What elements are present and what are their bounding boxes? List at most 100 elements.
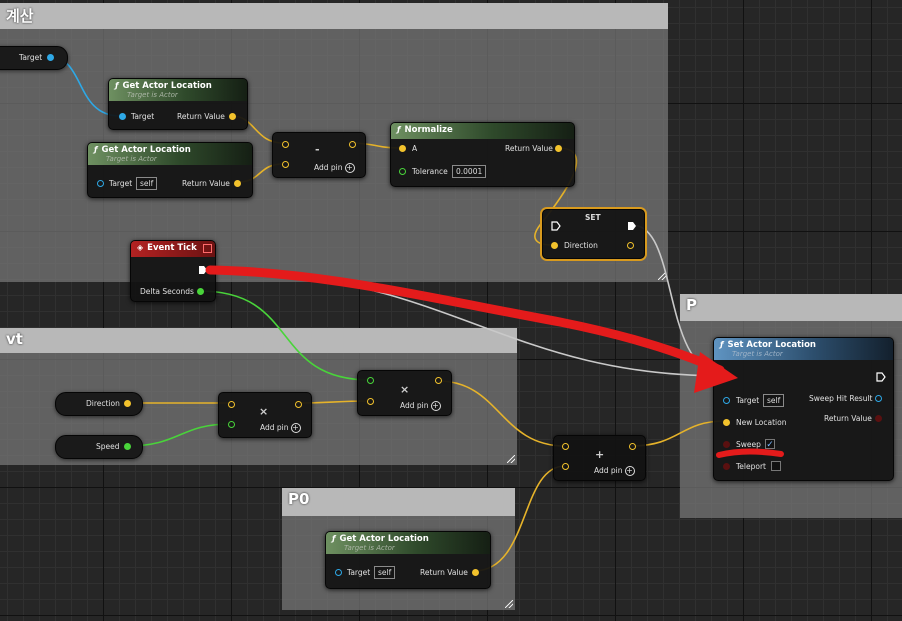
event-diamond-icon: ◈ bbox=[137, 243, 144, 252]
plus-circle-icon: + bbox=[430, 401, 441, 411]
new-location-pin[interactable] bbox=[723, 419, 730, 426]
get-actor-location-node-2[interactable]: ƒ Get Actor Location Target is Actor Targ… bbox=[87, 142, 253, 198]
input-pin-a[interactable] bbox=[228, 401, 235, 408]
function-icon: ƒ bbox=[720, 340, 724, 349]
sweep-hit-result-pin[interactable] bbox=[875, 395, 882, 402]
exec-output-icon[interactable] bbox=[198, 265, 208, 275]
return-value-label: Return Value bbox=[824, 414, 872, 423]
target-variable-label: Target bbox=[19, 53, 43, 62]
operator-symbol: × bbox=[259, 405, 269, 418]
multiply-node-2[interactable]: × Add pin + bbox=[357, 370, 452, 416]
direction-output-pin[interactable] bbox=[627, 242, 634, 249]
operator-symbol: - bbox=[315, 143, 320, 156]
normalize-node[interactable]: ƒ Normalize A Return Value Tolerance 0.00… bbox=[390, 122, 575, 187]
exec-input-icon[interactable] bbox=[723, 372, 733, 382]
set-direction-node[interactable]: SET Direction bbox=[542, 209, 645, 259]
node-header[interactable]: ◈ Event Tick bbox=[131, 241, 215, 257]
event-close-icon[interactable] bbox=[203, 244, 212, 253]
return-value-pin[interactable] bbox=[472, 569, 479, 576]
direction-input-pin[interactable] bbox=[551, 242, 558, 249]
node-header[interactable]: ƒ Normalize bbox=[391, 123, 574, 139]
event-tick-node[interactable]: ◈ Event Tick Delta Seconds bbox=[130, 240, 216, 302]
plus-circle-icon: + bbox=[290, 423, 301, 433]
exec-input-icon[interactable] bbox=[551, 221, 561, 231]
target-variable-node[interactable]: Target bbox=[0, 46, 68, 70]
tolerance-pin[interactable] bbox=[399, 168, 406, 175]
operator-symbol: + bbox=[595, 448, 605, 461]
add-pin-button[interactable]: Add pin + bbox=[594, 466, 635, 476]
node-title: Get Actor Location bbox=[101, 145, 191, 155]
comment-title-right[interactable]: P bbox=[680, 294, 902, 321]
target-output-pin[interactable] bbox=[47, 54, 54, 61]
direction-variable-node[interactable]: Direction bbox=[55, 392, 143, 416]
node-header[interactable]: ƒ Get Actor Location Target is Actor bbox=[326, 532, 490, 554]
add-pin-button[interactable]: Add pin + bbox=[314, 163, 355, 173]
target-input-pin[interactable] bbox=[97, 180, 104, 187]
plus-circle-icon: + bbox=[624, 466, 635, 476]
teleport-checkbox[interactable] bbox=[771, 461, 781, 471]
input-pin-b[interactable] bbox=[282, 161, 289, 168]
output-pin[interactable] bbox=[349, 141, 356, 148]
exec-output-icon[interactable] bbox=[876, 372, 886, 382]
input-pin-a[interactable] bbox=[399, 145, 406, 152]
node-subtitle: Target is Actor bbox=[732, 350, 783, 358]
return-value-pin[interactable] bbox=[875, 415, 882, 422]
speed-output-pin[interactable] bbox=[124, 443, 131, 450]
multiply-node-1[interactable]: × Add pin + bbox=[218, 392, 312, 438]
node-header[interactable]: ƒ Set Actor Location Target is Actor bbox=[714, 338, 893, 360]
input-pin-a[interactable] bbox=[282, 141, 289, 148]
return-value-label: Return Value bbox=[420, 568, 468, 577]
sweep-label: Sweep bbox=[736, 440, 761, 449]
tolerance-label: Tolerance bbox=[412, 167, 448, 176]
delta-seconds-pin[interactable] bbox=[197, 288, 204, 295]
return-value-pin[interactable] bbox=[555, 145, 562, 152]
node-title: Set Actor Location bbox=[727, 340, 816, 350]
sweep-pin[interactable] bbox=[723, 441, 730, 448]
tolerance-field[interactable]: 0.0001 bbox=[452, 165, 487, 178]
node-subtitle: Target is Actor bbox=[127, 91, 178, 99]
target-self-field[interactable]: self bbox=[374, 566, 396, 579]
set-actor-location-node[interactable]: ƒ Set Actor Location Target is Actor Targ… bbox=[713, 337, 894, 481]
return-value-pin[interactable] bbox=[229, 113, 236, 120]
function-icon: ƒ bbox=[332, 534, 336, 543]
target-self-field[interactable]: self bbox=[136, 177, 158, 190]
target-input-pin[interactable] bbox=[119, 113, 126, 120]
get-actor-location-node-1[interactable]: ƒ Get Actor Location Target is Actor Targ… bbox=[108, 78, 248, 130]
target-input-pin[interactable] bbox=[723, 397, 730, 404]
add-pin-button[interactable]: Add pin + bbox=[260, 423, 301, 433]
input-pin-a[interactable] bbox=[367, 377, 374, 384]
add-node[interactable]: + Add pin + bbox=[553, 435, 646, 481]
target-input-pin[interactable] bbox=[335, 569, 342, 576]
input-pin-a[interactable] bbox=[562, 443, 569, 450]
subtract-node[interactable]: - Add pin + bbox=[272, 132, 366, 178]
target-self-field[interactable]: self bbox=[763, 394, 785, 407]
operator-symbol: × bbox=[400, 383, 410, 396]
comment-title-bottom[interactable]: P0 bbox=[282, 488, 515, 516]
direction-output-pin[interactable] bbox=[124, 400, 131, 407]
get-actor-location-node-3[interactable]: ƒ Get Actor Location Target is Actor Targ… bbox=[325, 531, 491, 589]
input-pin-b[interactable] bbox=[367, 398, 374, 405]
node-title: Get Actor Location bbox=[339, 534, 429, 544]
comment-title-middle[interactable]: vt bbox=[0, 328, 517, 353]
exec-output-icon[interactable] bbox=[627, 221, 637, 231]
comment-title-top[interactable]: 계산 bbox=[0, 3, 668, 29]
output-pin[interactable] bbox=[435, 377, 442, 384]
add-pin-label: Add pin bbox=[260, 423, 289, 432]
input-pin-b[interactable] bbox=[228, 421, 235, 428]
node-header[interactable]: ƒ Get Actor Location Target is Actor bbox=[88, 143, 252, 165]
resize-handle-icon[interactable] bbox=[658, 272, 666, 280]
speed-variable-node[interactable]: Speed bbox=[55, 435, 143, 459]
teleport-pin[interactable] bbox=[723, 463, 730, 470]
node-header[interactable]: ƒ Get Actor Location Target is Actor bbox=[109, 79, 247, 101]
output-pin[interactable] bbox=[295, 401, 302, 408]
add-pin-button[interactable]: Add pin + bbox=[400, 401, 441, 411]
return-value-pin[interactable] bbox=[234, 180, 241, 187]
teleport-label: Teleport bbox=[736, 462, 766, 471]
sweep-checkbox[interactable]: ✓ bbox=[765, 439, 775, 450]
resize-handle-icon[interactable] bbox=[505, 600, 513, 608]
input-pin-b[interactable] bbox=[562, 463, 569, 470]
node-title: Event Tick bbox=[147, 243, 197, 253]
function-icon: ƒ bbox=[94, 145, 98, 154]
output-pin[interactable] bbox=[629, 443, 636, 450]
resize-handle-icon[interactable] bbox=[507, 455, 515, 463]
